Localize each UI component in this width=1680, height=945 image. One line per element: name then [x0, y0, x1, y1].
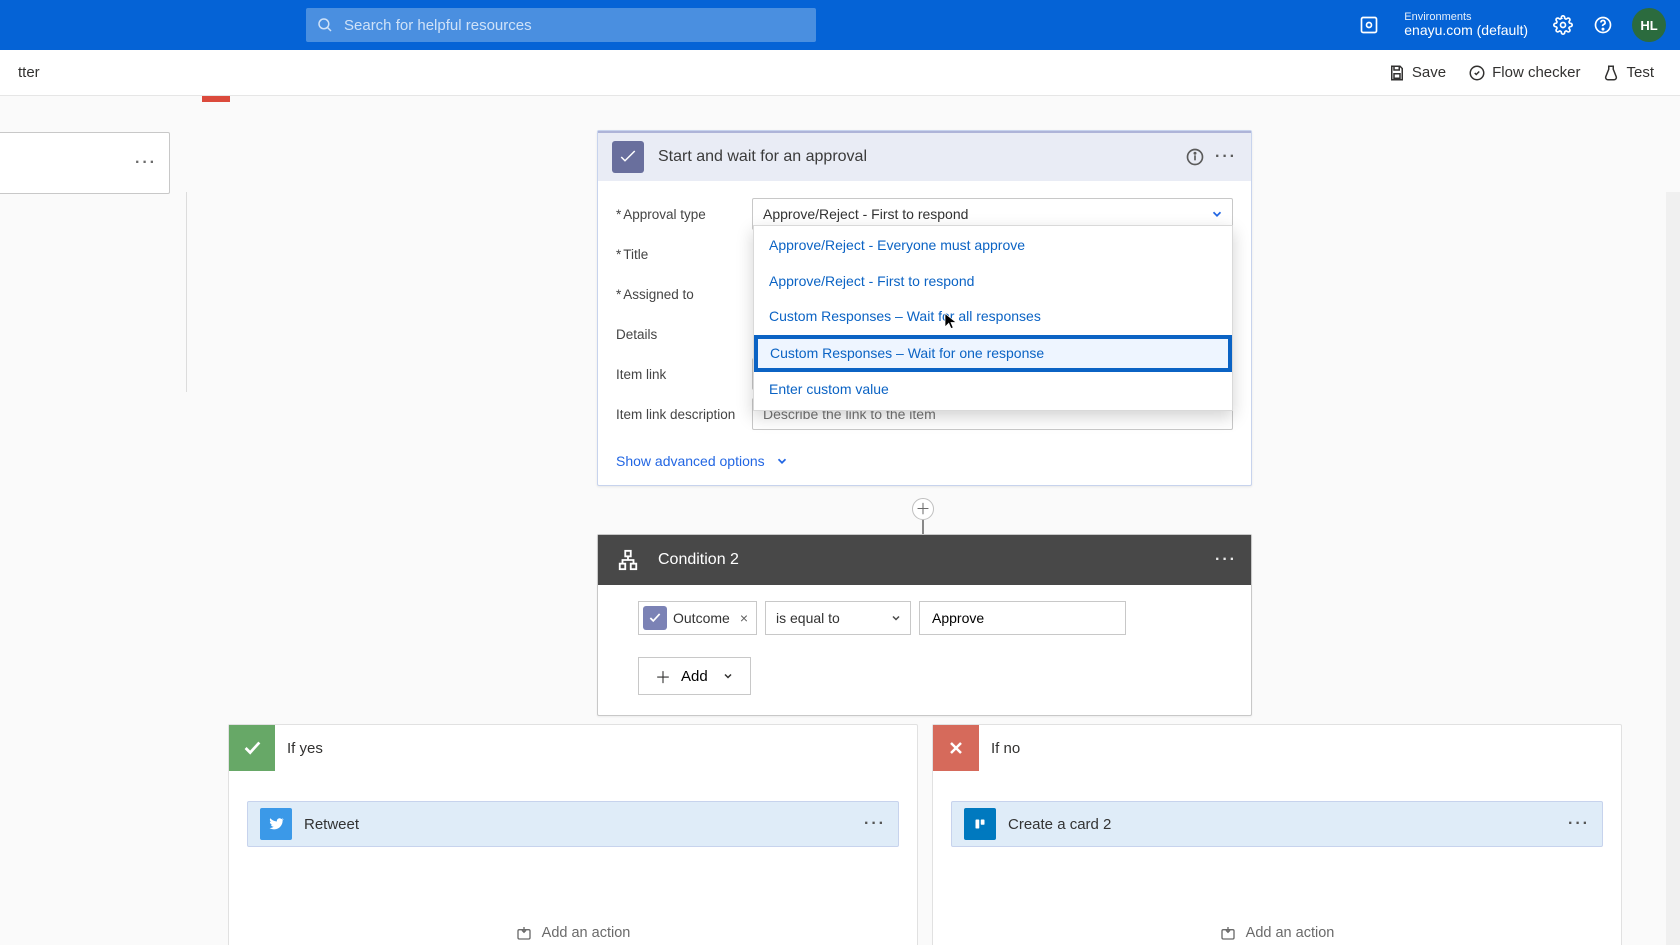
twitter-icon [260, 808, 292, 840]
add-action-yes[interactable]: Add an action [229, 925, 917, 941]
chevron-down-icon [1210, 207, 1224, 221]
plus-icon: ＋ [655, 664, 671, 688]
environment-icon[interactable] [1358, 14, 1380, 36]
command-bar-actions: Save Flow checker Test [1388, 64, 1654, 82]
environment-picker[interactable]: Environments enayu.com (default) [1404, 11, 1528, 38]
condition-operator-select[interactable]: is equal to [765, 601, 911, 635]
trigger-indicator [202, 96, 230, 102]
search-input[interactable] [342, 16, 806, 35]
dropdown-option-everyone[interactable]: Approve/Reject - Everyone must approve [754, 228, 1232, 264]
show-advanced-label: Show advanced options [616, 453, 765, 469]
settings-icon[interactable] [1552, 14, 1574, 36]
approval-action-card[interactable]: Start and wait for an approval ··· *Appr… [597, 130, 1252, 486]
if-yes-header: If yes [229, 725, 917, 771]
condition-icon [612, 544, 644, 576]
condition-card[interactable]: Condition 2 ··· Outcome × is equal to [597, 534, 1252, 716]
condition-token-label: Outcome [673, 610, 730, 626]
approval-form: *Approval type Approve/Reject - First to… [598, 181, 1251, 443]
approval-type-value: Approve/Reject - First to respond [763, 206, 968, 222]
details-label: Details [616, 327, 752, 342]
condition-add-label: Add [681, 668, 708, 685]
add-step-icon [1220, 925, 1236, 941]
assigned-label: *Assigned to [616, 287, 752, 302]
more-icon[interactable]: ··· [1568, 815, 1590, 833]
flow-checker-button[interactable]: Flow checker [1468, 64, 1580, 82]
approval-type-dropdown[interactable]: Approve/Reject - Everyone must approve A… [753, 225, 1233, 411]
command-bar: tter Save Flow checker Test [0, 50, 1680, 96]
retweet-action-card[interactable]: Retweet ··· [247, 801, 899, 847]
test-label: Test [1626, 64, 1654, 81]
info-icon[interactable] [1185, 147, 1205, 167]
condition-header[interactable]: Condition 2 ··· [598, 535, 1251, 585]
if-no-label: If no [991, 740, 1020, 757]
more-icon[interactable]: ··· [135, 154, 157, 172]
approval-type-label: *Approval type [616, 207, 752, 222]
item-link-label: Item link [616, 367, 752, 382]
close-icon [933, 725, 979, 771]
add-action-label: Add an action [542, 925, 631, 941]
flow-canvas[interactable]: ··· Start and wait for an approval ··· *… [0, 96, 1680, 945]
top-header: Environments enayu.com (default) HL [0, 0, 1680, 50]
approval-icon [612, 141, 644, 173]
if-no-branch[interactable]: If no Create a card 2 ··· Add an action [932, 724, 1622, 945]
show-advanced-link[interactable]: Show advanced options [598, 443, 1251, 485]
chevron-down-icon [775, 454, 789, 468]
vertical-scrollbar[interactable] [1666, 192, 1680, 945]
topbar-right: Environments enayu.com (default) HL [1358, 0, 1666, 50]
avatar[interactable]: HL [1632, 8, 1666, 42]
condition-body: Outcome × is equal to ＋ Add [598, 585, 1251, 715]
save-button[interactable]: Save [1388, 64, 1446, 82]
dropdown-option-custom-one[interactable]: Custom Responses – Wait for one response [754, 335, 1232, 373]
chevron-down-icon [890, 612, 902, 624]
if-no-header: If no [933, 725, 1621, 771]
canvas-guide [186, 192, 187, 392]
check-icon [229, 725, 275, 771]
dropdown-option-custom-value[interactable]: Enter custom value [754, 372, 1232, 408]
remove-token-icon[interactable]: × [736, 610, 752, 626]
add-step-icon [516, 925, 532, 941]
help-icon[interactable] [1592, 14, 1614, 36]
condition-token-outcome[interactable]: Outcome × [638, 601, 757, 635]
title-label: *Title [616, 247, 752, 262]
more-icon[interactable]: ··· [864, 815, 886, 833]
if-yes-label: If yes [287, 740, 323, 757]
breadcrumb-trail: tter [18, 64, 40, 81]
condition-value-input[interactable] [919, 601, 1126, 635]
condition-title: Condition 2 [658, 551, 1215, 569]
approval-card-title: Start and wait for an approval [658, 148, 1175, 166]
trello-icon [964, 808, 996, 840]
environment-name: enayu.com (default) [1404, 22, 1528, 38]
global-search[interactable] [306, 8, 816, 42]
environment-label: Environments [1404, 11, 1528, 23]
search-icon [316, 16, 334, 34]
approval-icon [643, 606, 667, 630]
more-icon[interactable]: ··· [1215, 148, 1237, 166]
chevron-down-icon [722, 670, 734, 682]
create-card-action-title: Create a card 2 [1008, 816, 1568, 833]
save-label: Save [1412, 64, 1446, 81]
create-card-action-card[interactable]: Create a card 2 ··· [951, 801, 1603, 847]
add-action-label: Add an action [1246, 925, 1335, 941]
add-action-no[interactable]: Add an action [933, 925, 1621, 941]
flow-checker-label: Flow checker [1492, 64, 1580, 81]
if-yes-branch[interactable]: If yes Retweet ··· Add an action [228, 724, 918, 945]
insert-step-button[interactable]: ＋ [912, 498, 934, 520]
condition-add-button[interactable]: ＋ Add [638, 657, 751, 695]
condition-operator-value: is equal to [776, 610, 840, 626]
dropdown-option-first[interactable]: Approve/Reject - First to respond [754, 264, 1232, 300]
more-icon[interactable]: ··· [1215, 551, 1237, 569]
test-button[interactable]: Test [1602, 64, 1654, 82]
partial-step-card[interactable]: ··· [0, 132, 170, 194]
retweet-action-title: Retweet [304, 816, 864, 833]
item-link-desc-label: Item link description [616, 407, 752, 422]
dropdown-option-custom-all[interactable]: Custom Responses – Wait for all response… [754, 299, 1232, 335]
approval-card-header[interactable]: Start and wait for an approval ··· [598, 131, 1251, 181]
